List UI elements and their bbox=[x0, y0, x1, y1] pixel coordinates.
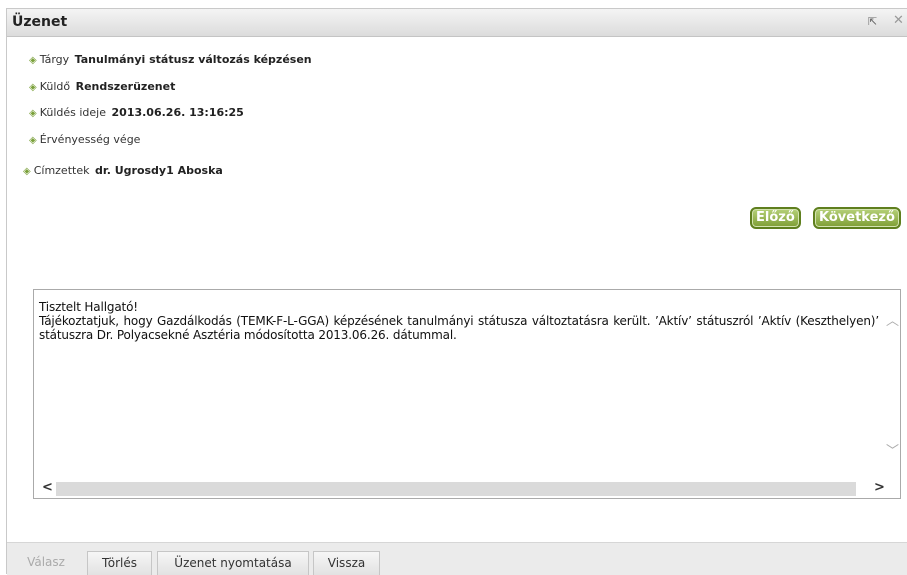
recipients-field: ◈ Címzettek dr. Ugrosdy1 Aboska bbox=[23, 164, 223, 177]
scroll-right-icon[interactable]: > bbox=[874, 480, 885, 495]
dialog-titlebar: Üzenet ⇱ ✕ bbox=[7, 9, 907, 37]
message-body-box[interactable]: Tisztelt Hallgató! Tájékoztatjuk, hogy G… bbox=[33, 289, 901, 499]
close-icon[interactable]: ✕ bbox=[893, 13, 907, 31]
subject-label: Tárgy bbox=[39, 53, 70, 66]
delete-button[interactable]: Törlés bbox=[87, 551, 152, 575]
bullet-icon: ◈ bbox=[29, 55, 37, 66]
back-button[interactable]: Vissza bbox=[313, 551, 380, 575]
bullet-icon: ◈ bbox=[29, 108, 37, 119]
action-bar: Válasz Törlés Üzenet nyomtatása Vissza bbox=[7, 542, 907, 575]
dialog-title: Üzenet bbox=[12, 14, 68, 30]
recipients-label: Címzettek bbox=[33, 164, 90, 177]
sender-label: Küldő bbox=[39, 80, 71, 93]
sent-time-field: ◈ Küldés ideje 2013.06.26. 13:16:25 bbox=[29, 106, 244, 119]
print-message-button[interactable]: Üzenet nyomtatása bbox=[157, 551, 309, 575]
previous-button[interactable]: Előző bbox=[750, 207, 801, 229]
recipients-value: dr. Ugrosdy1 Aboska bbox=[94, 164, 223, 177]
sent-time-label: Küldés ideje bbox=[39, 106, 107, 119]
message-greeting: Tisztelt Hallgató! bbox=[39, 300, 138, 314]
message-body: Tájékoztatjuk, hogy Gazdálkodás (TEMK-F-… bbox=[39, 314, 879, 342]
next-button[interactable]: Következő bbox=[813, 207, 901, 229]
scroll-down-icon[interactable]: ﹀ bbox=[886, 440, 899, 459]
scroll-left-icon[interactable]: < bbox=[42, 480, 53, 495]
reply-button[interactable]: Válasz bbox=[17, 551, 75, 575]
bullet-icon: ◈ bbox=[23, 166, 31, 177]
sender-value: Rendszerüzenet bbox=[75, 80, 176, 93]
bullet-icon: ◈ bbox=[29, 135, 37, 146]
sender-field: ◈ Küldő Rendszerüzenet bbox=[29, 80, 175, 93]
message-text: Tisztelt Hallgató! Tájékoztatjuk, hogy G… bbox=[39, 300, 879, 342]
expiry-label: Érvényesség vége bbox=[39, 133, 141, 146]
vertical-scrollbar[interactable]: ︿ ﹀ bbox=[882, 290, 900, 480]
scroll-up-icon[interactable]: ︿ bbox=[886, 310, 899, 329]
scroll-track[interactable] bbox=[56, 482, 856, 496]
sent-time-value: 2013.06.26. 13:16:25 bbox=[111, 106, 244, 119]
subject-value: Tanulmányi státusz változás képzésen bbox=[74, 53, 312, 66]
expiry-field: ◈ Érvényesség vége bbox=[29, 133, 142, 146]
bullet-icon: ◈ bbox=[29, 82, 37, 93]
subject-field: ◈ Tárgy Tanulmányi státusz változás képzé… bbox=[29, 53, 312, 66]
horizontal-scrollbar[interactable]: < > bbox=[34, 480, 900, 498]
popout-icon[interactable]: ⇱ bbox=[868, 15, 877, 28]
message-dialog: Üzenet ⇱ ✕ ◈ Tárgy Tanulmányi státusz vál… bbox=[6, 8, 907, 575]
